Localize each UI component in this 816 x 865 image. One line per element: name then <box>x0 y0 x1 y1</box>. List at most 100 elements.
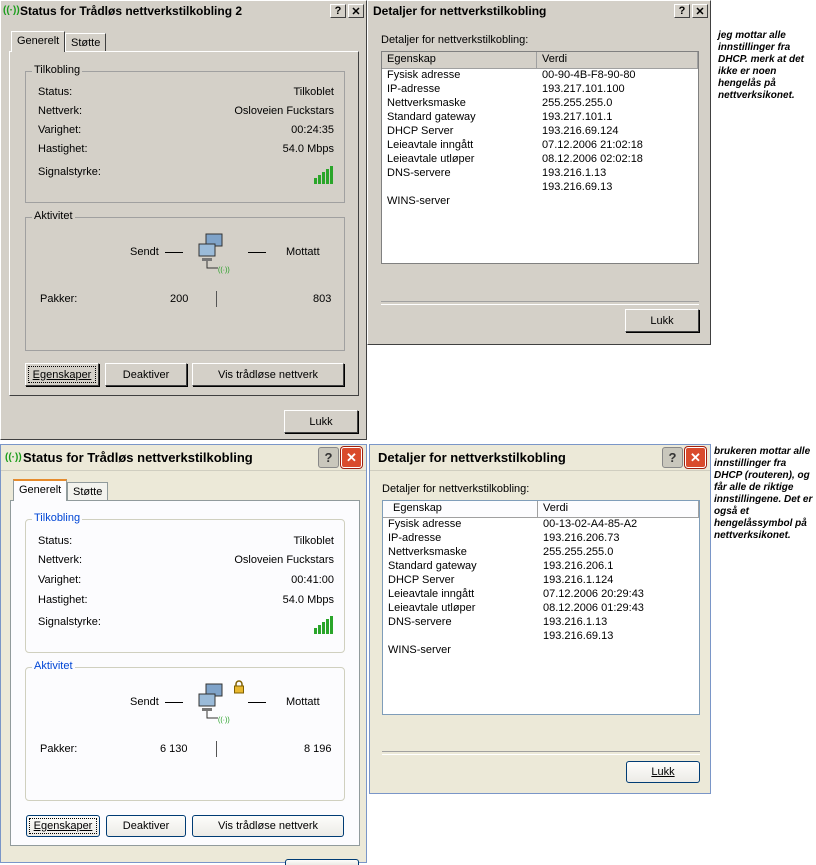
speed-value: 54.0 Mbps <box>282 594 334 606</box>
list-item[interactable]: WINS-server <box>383 644 699 658</box>
list-item[interactable]: Fysisk adresse 00-13-02-A4-85-A2 <box>383 518 699 532</box>
property-cell: DHCP Server <box>388 574 455 586</box>
details-list[interactable]: Egenskap Verdi Fysisk adresse 00-13-02-A4… <box>382 500 700 715</box>
sent-label: Sendt <box>130 246 159 258</box>
disable-button[interactable]: Deaktiver <box>105 363 187 386</box>
list-item[interactable]: IP-adresse 193.216.206.73 <box>383 532 699 546</box>
speed-label: Hastighet: <box>38 143 88 155</box>
list-item[interactable]: Fysisk adresse 00-90-4B-F8-90-80 <box>382 69 698 83</box>
activity-group-label: Aktivitet <box>32 210 75 222</box>
status-value: Tilkoblet <box>293 86 334 98</box>
separator <box>382 751 700 755</box>
list-item[interactable]: Nettverksmaske 255.255.255.0 <box>382 97 698 111</box>
list-item[interactable]: Leieavtale inngått 07.12.2006 20:29:43 <box>383 588 699 602</box>
column-value[interactable]: Verdi <box>537 52 698 68</box>
list-item[interactable]: IP-adresse 193.217.101.100 <box>382 83 698 97</box>
list-item[interactable]: 193.216.69.13 <box>382 181 698 195</box>
connection-group: Tilkobling Status: Tilkoblet Nettverk: Osl… <box>25 512 345 653</box>
details-caption: Detaljer for nettverkstilkobling: <box>382 483 530 495</box>
list-item[interactable]: DNS-servere 193.216.1.13 <box>383 616 699 630</box>
network-label: Nettverk: <box>38 105 83 117</box>
close-dialog-button[interactable] <box>285 859 359 865</box>
title-bar[interactable]: ((·)) Status for Trådløs nettverkstilkob… <box>1 1 366 21</box>
connection-group-label: Tilkobling <box>32 512 83 524</box>
received-label: Mottatt <box>286 696 320 708</box>
list-item[interactable]: DHCP Server 193.216.1.124 <box>383 574 699 588</box>
tab-stotte[interactable]: Støtte <box>65 33 107 51</box>
list-item[interactable]: Nettverksmaske 255.255.255.0 <box>383 546 699 560</box>
tab-stotte[interactable]: Støtte <box>67 482 109 501</box>
connection-group-label: Tilkobling <box>32 64 83 76</box>
disable-button[interactable]: Deaktiver <box>106 815 186 837</box>
duration-value: 00:41:00 <box>291 574 334 586</box>
wireless-networks-button[interactable]: Vis trådløse nettverk <box>192 815 344 837</box>
tab-generelt[interactable]: Generelt <box>11 31 66 52</box>
network-label: Nettverk: <box>38 554 83 566</box>
list-item[interactable]: DHCP Server 193.216.69.124 <box>382 125 698 139</box>
annotation-top: jeg mottar alle innstillinger fra DHCP. … <box>718 30 804 101</box>
value-cell: 193.216.69.13 <box>543 630 614 642</box>
duration-label: Varighet: <box>38 574 82 586</box>
help-button[interactable]: ? <box>330 4 346 18</box>
value-cell <box>537 195 698 209</box>
list-item[interactable]: DNS-servere 193.216.1.13 <box>382 167 698 181</box>
value-cell: 07.12.2006 20:29:43 <box>543 588 644 600</box>
property-cell: IP-adresse <box>388 532 442 544</box>
packets-divider <box>216 291 217 307</box>
speed-value: 54.0 Mbps <box>282 143 334 155</box>
tab-generelt[interactable]: Generelt <box>13 479 68 501</box>
help-button[interactable]: ? <box>674 4 690 18</box>
value-cell: 00-90-4B-F8-90-80 <box>542 69 636 81</box>
properties-button[interactable]: Egenskaper <box>25 363 99 386</box>
network-value: Osloveien Fuckstars <box>234 105 334 117</box>
close-dialog-button[interactable]: Lukk <box>625 309 699 332</box>
property-cell: Leieavtale inngått <box>388 588 475 600</box>
close-dialog-button[interactable]: Lukk <box>626 761 700 783</box>
list-item[interactable]: Standard gateway 193.216.206.1 <box>383 560 699 574</box>
value-cell: 193.216.206.1 <box>543 560 614 572</box>
packets-label: Pakker: <box>40 293 78 305</box>
wireless-antenna-icon: ((·)) <box>3 5 20 16</box>
value-cell: 00-13-02-A4-85-A2 <box>543 518 638 530</box>
list-item[interactable]: 193.216.69.13 <box>383 630 699 644</box>
activity-group-label: Aktivitet <box>32 660 75 672</box>
close-dialog-button[interactable]: Lukk <box>284 410 358 433</box>
title-bar[interactable]: Detaljer for nettverkstilkobling ? ✕ <box>368 1 710 21</box>
help-button[interactable]: ? <box>662 447 683 468</box>
list-item[interactable]: Leieavtale utløper 08.12.2006 01:29:43 <box>383 602 699 616</box>
window-title: Detaljer for nettverkstilkobling <box>373 4 547 18</box>
properties-button[interactable]: Egenskaper <box>26 815 100 837</box>
details-window-xp: Detaljer for nettverkstilkobling ? ✕ Det… <box>369 444 711 794</box>
column-value[interactable]: Verdi <box>538 501 699 517</box>
status-label: Status: <box>38 535 73 547</box>
sent-label: Sendt <box>130 696 159 708</box>
close-button[interactable]: ✕ <box>341 447 362 468</box>
close-button[interactable]: ✕ <box>685 447 706 468</box>
list-item[interactable]: WINS-server <box>382 195 698 209</box>
duration-value: 00:24:35 <box>291 124 334 136</box>
list-item[interactable]: Standard gateway 193.217.101.1 <box>382 111 698 125</box>
help-button[interactable]: ? <box>318 447 339 468</box>
value-cell: 08.12.2006 01:29:43 <box>543 602 644 614</box>
details-list[interactable]: Egenskap Verdi Fysisk adresse 00-90-4B-F8… <box>381 51 699 264</box>
packets-received-value: 8 196 <box>304 743 332 755</box>
list-item[interactable]: Leieavtale utløper 08.12.2006 02:02:18 <box>382 153 698 167</box>
column-property[interactable]: Egenskap <box>382 52 537 68</box>
value-cell: 193.216.69.124 <box>542 125 619 137</box>
title-bar[interactable]: Detaljer for nettverkstilkobling ? ✕ <box>370 445 710 471</box>
column-property[interactable]: Egenskap <box>383 501 538 517</box>
property-cell: Leieavtale inngått <box>387 139 474 151</box>
property-cell: Standard gateway <box>387 111 476 123</box>
value-cell: 193.216.1.13 <box>543 616 608 628</box>
value-cell: 255.255.255.0 <box>543 546 614 558</box>
list-item[interactable]: Leieavtale inngått 07.12.2006 21:02:18 <box>382 139 698 153</box>
close-button[interactable]: ✕ <box>692 4 708 18</box>
wireless-networks-button[interactable]: Vis trådløse nettverk <box>192 363 344 386</box>
status-value: Tilkoblet <box>293 535 334 547</box>
speed-label: Hastighet: <box>38 594 88 606</box>
title-bar[interactable]: ((·)) Status for Trådløs nettverkstilkob… <box>1 445 366 471</box>
svg-text:((·)): ((·)) <box>218 717 230 724</box>
separator <box>381 301 699 305</box>
close-button[interactable]: ✕ <box>348 4 364 18</box>
signal-strength-icon <box>314 616 334 634</box>
